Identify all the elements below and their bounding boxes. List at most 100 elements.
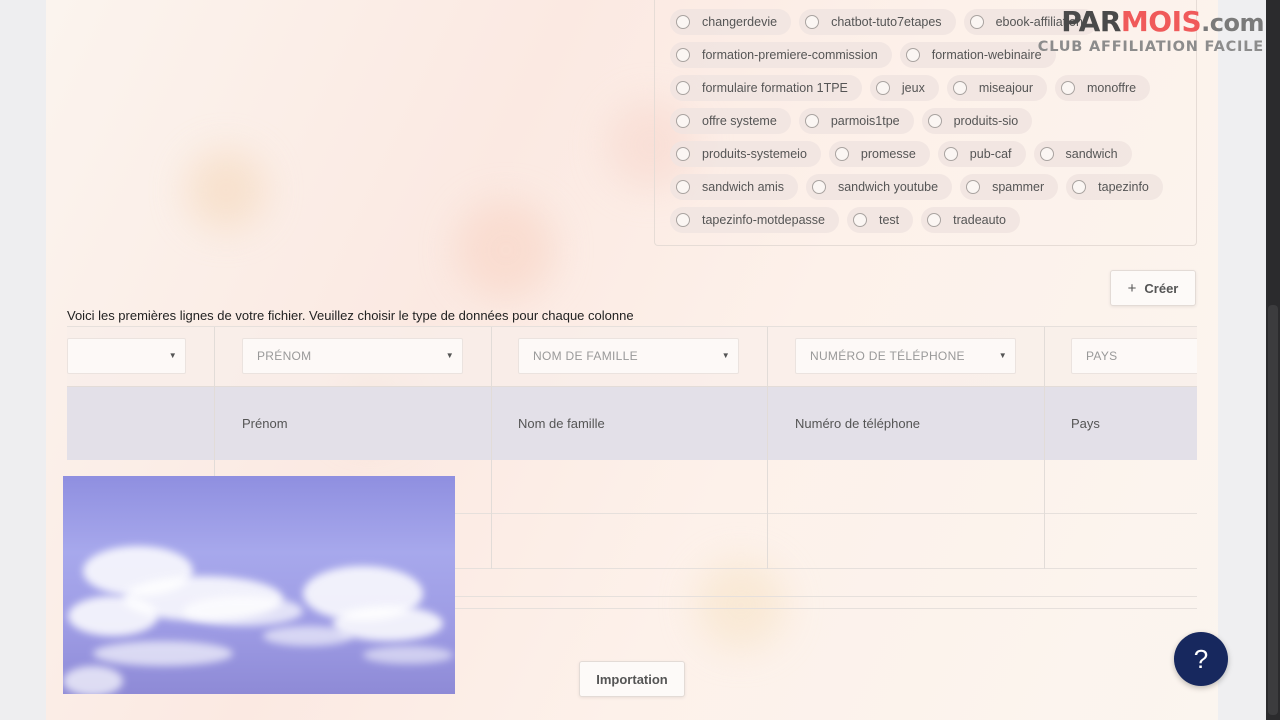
radio-icon[interactable] [952, 81, 967, 95]
tag-label: sandwich [1065, 147, 1118, 161]
radio-icon[interactable] [676, 15, 690, 29]
radio-icon[interactable] [811, 180, 826, 194]
tag-option[interactable]: sandwich amis [670, 174, 798, 200]
tag-row: sandwich amis sandwich youtube spammer t… [670, 174, 1163, 200]
page-gutter-left [0, 0, 46, 720]
column-type-select[interactable]: NUMÉRO DE TÉLÉPHONE ▼ [795, 338, 1016, 374]
tag-label: tapezinfo-motdepasse [702, 213, 825, 227]
logo-wordmark: PARMOIS.com [1061, 5, 1264, 38]
import-button[interactable]: Importation [579, 661, 685, 697]
radio-icon[interactable] [804, 114, 819, 128]
tag-label: formation-premiere-commission [702, 48, 878, 62]
tag-option[interactable]: offre systeme [670, 108, 791, 134]
radio-icon[interactable] [1039, 147, 1054, 161]
tag-option[interactable]: sandwich [1033, 141, 1132, 167]
column-header: Nom de famille [518, 416, 605, 431]
bokeh-blob [696, 560, 786, 650]
radio-icon[interactable] [943, 147, 958, 161]
watermark-logo: PARMOIS.com CLUB AFFILIATION FACILE [1008, 5, 1265, 56]
column-type-select[interactable]: NOM DE FAMILLE ▼ [518, 338, 739, 374]
tag-label: changerdevie [702, 15, 778, 29]
radio-icon[interactable] [676, 147, 690, 161]
radio-icon[interactable] [676, 180, 690, 194]
tag-option[interactable]: spammer [960, 174, 1059, 200]
radio-icon[interactable] [927, 213, 942, 227]
column-type-select[interactable]: PAYS [1071, 338, 1197, 374]
tag-label: tapezinfo [1098, 180, 1149, 194]
plus-icon: + [1127, 279, 1137, 297]
column-header: Prénom [242, 416, 288, 431]
radio-icon[interactable] [853, 213, 867, 227]
radio-icon[interactable] [834, 147, 849, 161]
radio-icon[interactable] [966, 180, 981, 194]
tag-label: parmois1tpe [830, 114, 900, 128]
dropdown-caret-icon: ▼ [445, 351, 454, 360]
column-divider [767, 327, 768, 569]
radio-icon[interactable] [1072, 180, 1087, 194]
tag-row: offre systeme parmois1tpe produits-sio [670, 108, 1033, 134]
radio-icon[interactable] [676, 213, 690, 227]
column-header: Numéro de téléphone [795, 416, 921, 431]
radio-icon[interactable] [969, 15, 984, 29]
tag-row: formation-premiere-commission formation-… [670, 42, 1056, 68]
divider [455, 608, 1197, 609]
tag-option[interactable]: test [847, 207, 914, 233]
tag-label: chatbot-tuto7etapes [831, 15, 942, 29]
tag-label: offre systeme [702, 114, 777, 128]
radio-icon[interactable] [875, 81, 890, 95]
tag-label: produits-sio [953, 114, 1019, 128]
tag-row: produits-systemeio promesse pub-caf sand… [670, 141, 1132, 167]
radio-icon[interactable] [676, 48, 690, 62]
tag-label: pub-caf [969, 147, 1012, 161]
radio-icon[interactable] [905, 48, 920, 62]
dropdown-caret-icon: ▼ [998, 351, 1007, 360]
table-header-row [67, 387, 1197, 460]
tag-option[interactable]: promesse [828, 141, 930, 167]
import-instructions: Voici les premières lignes de votre fich… [67, 308, 634, 323]
radio-icon[interactable] [805, 15, 820, 29]
tag-option[interactable]: jeux [869, 75, 939, 101]
dropdown-caret-icon: ▼ [168, 351, 177, 360]
tag-option[interactable]: chatbot-tuto7etapes [799, 9, 956, 35]
tag-label: produits-systemeio [702, 147, 807, 161]
divider [455, 596, 1197, 597]
tag-label: miseajour [978, 81, 1034, 95]
create-button-label: Créer [1144, 280, 1179, 296]
column-divider [1044, 327, 1045, 569]
tag-option[interactable]: parmois1tpe [798, 108, 914, 134]
tag-label: sandwich amis [702, 180, 784, 194]
radio-icon[interactable] [1061, 81, 1076, 95]
tag-option[interactable]: miseajour [946, 75, 1048, 101]
scrollbar-thumb[interactable] [1268, 305, 1278, 715]
column-type-select[interactable]: PRÉNOM ▼ [242, 338, 463, 374]
tag-option[interactable]: formation-premiere-commission [670, 42, 892, 68]
tag-label: monoffre [1087, 81, 1137, 95]
tag-label: promesse [860, 147, 916, 161]
column-type-select[interactable]: ▼ [67, 338, 186, 374]
tag-label: jeux [901, 81, 925, 95]
radio-icon[interactable] [676, 81, 690, 95]
tag-option[interactable]: formulaire formation 1TPE [670, 75, 862, 101]
bokeh-blob [186, 150, 266, 230]
sky-clouds-image [63, 476, 455, 694]
bokeh-blob [456, 200, 556, 300]
dropdown-caret-icon: ▼ [721, 351, 730, 360]
tag-option[interactable]: produits-sio [921, 108, 1033, 134]
tag-option[interactable]: sandwich youtube [805, 174, 953, 200]
tag-label: formulaire formation 1TPE [702, 81, 848, 95]
column-header: Pays [1071, 416, 1100, 431]
create-button[interactable]: + Créer [1110, 270, 1196, 306]
tag-option[interactable]: changerdevie [670, 9, 792, 35]
radio-icon[interactable] [927, 114, 942, 128]
radio-icon[interactable] [676, 114, 690, 128]
tag-option[interactable]: tradeauto [921, 207, 1020, 233]
tag-option[interactable]: produits-systemeio [670, 141, 821, 167]
tag-option[interactable]: pub-caf [937, 141, 1026, 167]
tag-label: spammer [992, 180, 1045, 194]
tag-option[interactable]: tapezinfo [1066, 174, 1163, 200]
tag-option[interactable]: monoffre [1055, 75, 1151, 101]
tag-label: sandwich youtube [837, 180, 939, 194]
tag-label: test [879, 213, 900, 227]
help-button[interactable]: ? [1174, 632, 1228, 686]
tag-option[interactable]: tapezinfo-motdepasse [670, 207, 839, 233]
